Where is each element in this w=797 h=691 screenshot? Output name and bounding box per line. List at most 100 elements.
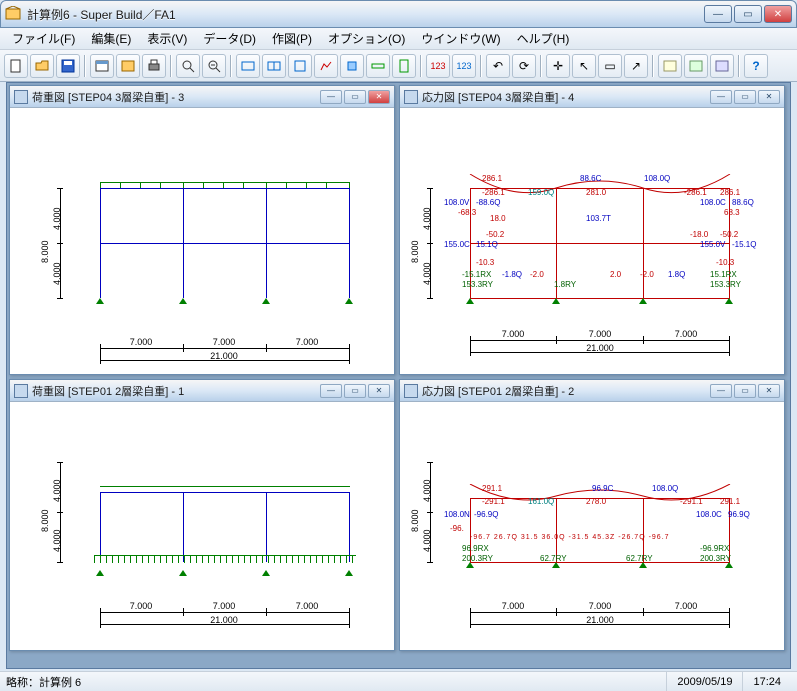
- tool-pointer2[interactable]: ↗: [624, 54, 648, 78]
- status-time: 17:24: [742, 672, 791, 691]
- minimize-button[interactable]: —: [704, 5, 732, 23]
- child-minimize[interactable]: —: [320, 90, 342, 104]
- child-titlebar[interactable]: 荷重図 [STEP01 2層梁自重] - 1 — ▭ ✕: [10, 380, 394, 402]
- v-bryc2: 62.7RY: [626, 554, 653, 563]
- menu-file[interactable]: ファイル(F): [4, 28, 83, 49]
- tool-view7[interactable]: [392, 54, 416, 78]
- v-br1: 15.1RX: [710, 270, 737, 279]
- tool-print[interactable]: [142, 54, 166, 78]
- v-r6-r2: -15.1Q: [732, 240, 756, 249]
- span1: 7.000: [502, 601, 525, 611]
- tool-panel3[interactable]: [710, 54, 734, 78]
- tool-view1[interactable]: [236, 54, 260, 78]
- child-maximize[interactable]: ▭: [344, 384, 366, 398]
- span3: 7.000: [675, 329, 698, 339]
- v-bl1: -15.1RX: [462, 270, 491, 279]
- v-r3-r1: 108.0C: [700, 198, 726, 207]
- child-close[interactable]: ✕: [758, 90, 780, 104]
- v-bc6: 1.8Q: [668, 270, 685, 279]
- menu-view[interactable]: 表示(V): [139, 28, 195, 49]
- tool-save[interactable]: [56, 54, 80, 78]
- tool-open[interactable]: [30, 54, 54, 78]
- tool-num1[interactable]: 123: [426, 54, 450, 78]
- v-r2-r2: 291.1: [720, 497, 740, 506]
- child-maximize[interactable]: ▭: [734, 90, 756, 104]
- child-titlebar[interactable]: 荷重図 [STEP04 3層梁自重] - 3 — ▭ ✕: [10, 86, 394, 108]
- htot: 8.000: [40, 509, 50, 532]
- tool-pointer[interactable]: ↖: [572, 54, 596, 78]
- child-window-stress-step01: 応力図 [STEP01 2層梁自重] - 2 — ▭ ✕ 4.000 4.000…: [399, 379, 785, 651]
- tool-window2[interactable]: [116, 54, 140, 78]
- menu-window[interactable]: ウインドウ(W): [413, 28, 508, 49]
- diagram-stress-step01: 4.000 4.000 8.000 291.1 96.9C: [400, 402, 784, 650]
- tool-num2[interactable]: 123: [452, 54, 476, 78]
- v-r5-r2: -50.2: [720, 230, 738, 239]
- menu-option[interactable]: オプション(O): [320, 28, 413, 49]
- tool-view2[interactable]: [262, 54, 286, 78]
- htot: 8.000: [410, 240, 420, 263]
- child-title: 応力図 [STEP01 2層梁自重] - 2: [422, 383, 710, 399]
- child-close[interactable]: ✕: [368, 90, 390, 104]
- v-bry1: 200.3RY: [462, 554, 493, 563]
- span2: 7.000: [589, 329, 612, 339]
- span2: 7.000: [213, 337, 236, 347]
- child-minimize[interactable]: —: [320, 384, 342, 398]
- child-titlebar[interactable]: 応力図 [STEP04 3層梁自重] - 4 — ▭ ✕: [400, 86, 784, 108]
- child-title: 荷重図 [STEP04 3層梁自重] - 3: [32, 89, 320, 105]
- status-date: 2009/05/19: [666, 672, 742, 691]
- tool-select[interactable]: ▭: [598, 54, 622, 78]
- v-r2-r2: 286.1: [720, 188, 740, 197]
- v-r3-l1: 108.0V: [444, 198, 469, 207]
- child-close[interactable]: ✕: [368, 384, 390, 398]
- span1: 7.000: [130, 601, 153, 611]
- span3: 7.000: [296, 337, 319, 347]
- child-window-stress-step04: 応力図 [STEP04 3層梁自重] - 4 — ▭ ✕ 4.000 4.000…: [399, 85, 785, 375]
- tool-view5[interactable]: [340, 54, 364, 78]
- child-minimize[interactable]: —: [710, 384, 732, 398]
- tool-window1[interactable]: [90, 54, 114, 78]
- h1: 4.000: [422, 479, 432, 502]
- v-bc1: -1.8Q: [502, 270, 522, 279]
- tool-zoom-in[interactable]: [176, 54, 200, 78]
- v-r2-r: -286.1: [684, 188, 707, 197]
- v-r7-l: -10.3: [476, 258, 494, 267]
- tool-view4[interactable]: [314, 54, 338, 78]
- v-r1-c1: 96.9C: [592, 484, 613, 493]
- toolbar-separator: [480, 55, 482, 77]
- tool-new[interactable]: [4, 54, 28, 78]
- menu-draw[interactable]: 作図(P): [264, 28, 320, 49]
- tool-arrow1[interactable]: ↶: [486, 54, 510, 78]
- child-titlebar[interactable]: 応力図 [STEP01 2層梁自重] - 2 — ▭ ✕: [400, 380, 784, 402]
- v-top-c2: 108.0Q: [644, 174, 670, 183]
- menu-help[interactable]: ヘルプ(H): [509, 28, 578, 49]
- v-r3-r2: 96.9Q: [728, 510, 750, 519]
- tool-arrow2[interactable]: ⟳: [512, 54, 536, 78]
- child-icon: [14, 384, 28, 398]
- span1: 7.000: [502, 329, 525, 339]
- tool-view6[interactable]: [366, 54, 390, 78]
- tool-cross[interactable]: ✛: [546, 54, 570, 78]
- span-tot: 21.000: [210, 615, 238, 625]
- child-window-load-step01: 荷重図 [STEP01 2層梁自重] - 1 — ▭ ✕ 4.000 4.000…: [9, 379, 395, 651]
- v-r2-c2: 281.0: [586, 188, 606, 197]
- menu-edit[interactable]: 編集(E): [83, 28, 139, 49]
- tool-view3[interactable]: [288, 54, 312, 78]
- menu-data[interactable]: データ(D): [195, 28, 264, 49]
- child-title: 応力図 [STEP04 3層梁自重] - 4: [422, 89, 710, 105]
- span3: 7.000: [675, 601, 698, 611]
- statusbar: 略称：計算例 6 2009/05/19 17:24: [0, 671, 797, 691]
- v-r1-l: 291.1: [482, 484, 502, 493]
- child-maximize[interactable]: ▭: [344, 90, 366, 104]
- tool-zoom-out[interactable]: [202, 54, 226, 78]
- child-close[interactable]: ✕: [758, 384, 780, 398]
- tool-help[interactable]: ?: [744, 54, 768, 78]
- h2: 4.000: [52, 529, 62, 552]
- v-r5-l1: -50.2: [486, 230, 504, 239]
- v-r4-c: 103.7T: [586, 214, 611, 223]
- tool-panel2[interactable]: [684, 54, 708, 78]
- tool-panel1[interactable]: [658, 54, 682, 78]
- child-minimize[interactable]: —: [710, 90, 732, 104]
- maximize-button[interactable]: ▭: [734, 5, 762, 23]
- child-maximize[interactable]: ▭: [734, 384, 756, 398]
- close-button[interactable]: ✕: [764, 5, 792, 23]
